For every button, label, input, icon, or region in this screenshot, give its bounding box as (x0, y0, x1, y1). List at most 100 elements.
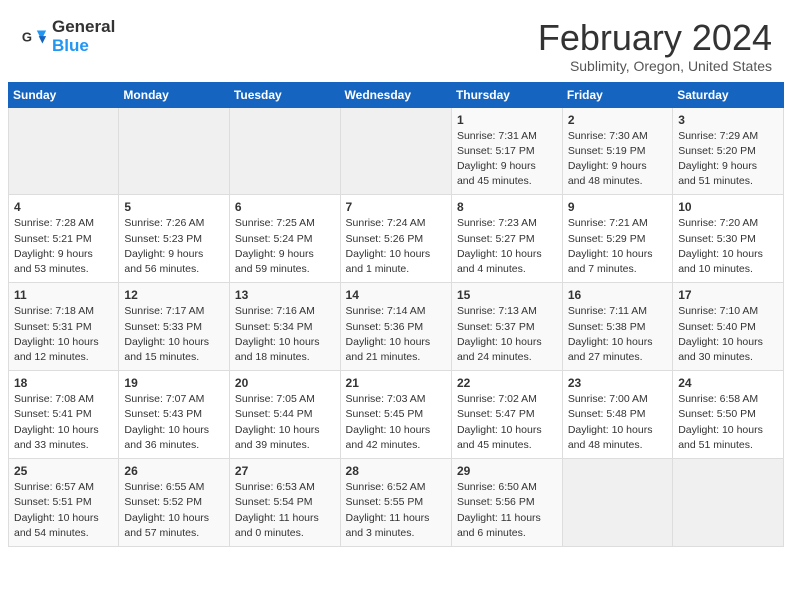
day-number: 11 (14, 288, 113, 302)
logo: G General Blue (20, 18, 115, 55)
day-number: 23 (568, 376, 667, 390)
calendar-cell: 1 Sunrise: 7:31 AMSunset: 5:17 PMDaylight… (451, 107, 562, 195)
calendar-cell: 12Sunrise: 7:17 AMSunset: 5:33 PMDayligh… (119, 283, 230, 371)
calendar-cell: 6 Sunrise: 7:25 AMSunset: 5:24 PMDaylight… (229, 195, 340, 283)
calendar-cell: 28 Sunrise: 6:52 AMSunset: 5:55 PMDayligh… (340, 459, 451, 547)
day-number: 25 (14, 464, 113, 478)
day-number: 8 (457, 200, 557, 214)
day-number: 2 (568, 113, 667, 127)
calendar-cell: 21 Sunrise: 7:03 AMSunset: 5:45 PMDayligh… (340, 371, 451, 459)
day-info: Sunrise: 7:25 AMSunset: 5:24 PMDaylight:… (235, 216, 335, 277)
day-number: 18 (14, 376, 113, 390)
calendar-cell: 24Sunrise: 6:58 AMSunset: 5:50 PMDayligh… (673, 371, 784, 459)
calendar-cell: 2Sunrise: 7:30 AMSunset: 5:19 PMDaylight… (562, 107, 672, 195)
calendar-week-5: 25Sunrise: 6:57 AMSunset: 5:51 PMDayligh… (9, 459, 784, 547)
day-info: Sunrise: 7:03 AMSunset: 5:45 PMDaylight:… (346, 392, 446, 453)
day-info: Sunrise: 6:55 AMSunset: 5:52 PMDaylight:… (124, 480, 224, 541)
day-info: Sunrise: 7:08 AMSunset: 5:41 PMDaylight:… (14, 392, 113, 453)
calendar-cell: 26Sunrise: 6:55 AMSunset: 5:52 PMDayligh… (119, 459, 230, 547)
day-info: Sunrise: 6:53 AMSunset: 5:54 PMDaylight:… (235, 480, 335, 541)
logo-general: General (52, 18, 115, 37)
calendar-cell: 10 Sunrise: 7:20 AMSunset: 5:30 PMDayligh… (673, 195, 784, 283)
calendar-cell: 23 Sunrise: 7:00 AMSunset: 5:48 PMDayligh… (562, 371, 672, 459)
calendar-cell: 29 Sunrise: 6:50 AMSunset: 5:56 PMDayligh… (451, 459, 562, 547)
day-number: 10 (678, 200, 778, 214)
page-header: G General Blue February 2024 Sublimity, … (0, 0, 792, 82)
day-info: Sunrise: 7:16 AMSunset: 5:34 PMDaylight:… (235, 304, 335, 365)
calendar-cell: 14 Sunrise: 7:14 AMSunset: 5:36 PMDayligh… (340, 283, 451, 371)
day-info: Sunrise: 7:29 AMSunset: 5:20 PMDaylight:… (678, 129, 778, 190)
day-number: 7 (346, 200, 446, 214)
col-thursday: Thursday (451, 82, 562, 107)
day-info: Sunrise: 7:24 AMSunset: 5:26 PMDaylight:… (346, 216, 446, 277)
col-monday: Monday (119, 82, 230, 107)
day-number: 14 (346, 288, 446, 302)
calendar-cell: 27 Sunrise: 6:53 AMSunset: 5:54 PMDayligh… (229, 459, 340, 547)
calendar-cell: 11Sunrise: 7:18 AMSunset: 5:31 PMDayligh… (9, 283, 119, 371)
day-number: 21 (346, 376, 446, 390)
calendar-cell (340, 107, 451, 195)
day-info: Sunrise: 7:31 AMSunset: 5:17 PMDaylight:… (457, 129, 557, 190)
calendar-cell: 22Sunrise: 7:02 AMSunset: 5:47 PMDayligh… (451, 371, 562, 459)
col-tuesday: Tuesday (229, 82, 340, 107)
day-info: Sunrise: 7:02 AMSunset: 5:47 PMDaylight:… (457, 392, 557, 453)
calendar-cell (229, 107, 340, 195)
day-number: 16 (568, 288, 667, 302)
day-number: 20 (235, 376, 335, 390)
calendar-cell (119, 107, 230, 195)
day-info: Sunrise: 7:11 AMSunset: 5:38 PMDaylight:… (568, 304, 667, 365)
calendar-table: Sunday Monday Tuesday Wednesday Thursday… (8, 82, 784, 547)
header-row: Sunday Monday Tuesday Wednesday Thursday… (9, 82, 784, 107)
day-number: 29 (457, 464, 557, 478)
calendar-week-4: 18 Sunrise: 7:08 AMSunset: 5:41 PMDayligh… (9, 371, 784, 459)
calendar-cell: 5 Sunrise: 7:26 AMSunset: 5:23 PMDaylight… (119, 195, 230, 283)
calendar-cell: 19 Sunrise: 7:07 AMSunset: 5:43 PMDayligh… (119, 371, 230, 459)
logo-icon: G (20, 23, 48, 51)
day-number: 12 (124, 288, 224, 302)
day-info: Sunrise: 7:00 AMSunset: 5:48 PMDaylight:… (568, 392, 667, 453)
day-number: 1 (457, 113, 557, 127)
calendar-cell: 3 Sunrise: 7:29 AMSunset: 5:20 PMDaylight… (673, 107, 784, 195)
day-info: Sunrise: 7:05 AMSunset: 5:44 PMDaylight:… (235, 392, 335, 453)
calendar-container: Sunday Monday Tuesday Wednesday Thursday… (0, 82, 792, 555)
day-info: Sunrise: 7:23 AMSunset: 5:27 PMDaylight:… (457, 216, 557, 277)
day-number: 4 (14, 200, 113, 214)
calendar-body: 1 Sunrise: 7:31 AMSunset: 5:17 PMDaylight… (9, 107, 784, 546)
day-number: 27 (235, 464, 335, 478)
calendar-cell: 9Sunrise: 7:21 AMSunset: 5:29 PMDaylight… (562, 195, 672, 283)
logo-text: General Blue (52, 18, 115, 55)
calendar-cell: 25Sunrise: 6:57 AMSunset: 5:51 PMDayligh… (9, 459, 119, 547)
calendar-cell: 18 Sunrise: 7:08 AMSunset: 5:41 PMDayligh… (9, 371, 119, 459)
day-number: 19 (124, 376, 224, 390)
day-number: 9 (568, 200, 667, 214)
day-number: 17 (678, 288, 778, 302)
calendar-cell (562, 459, 672, 547)
calendar-cell: 17 Sunrise: 7:10 AMSunset: 5:40 PMDayligh… (673, 283, 784, 371)
day-info: Sunrise: 7:07 AMSunset: 5:43 PMDaylight:… (124, 392, 224, 453)
calendar-title: February 2024 (538, 18, 772, 58)
calendar-week-3: 11Sunrise: 7:18 AMSunset: 5:31 PMDayligh… (9, 283, 784, 371)
calendar-cell: 15 Sunrise: 7:13 AMSunset: 5:37 PMDayligh… (451, 283, 562, 371)
calendar-cell: 20 Sunrise: 7:05 AMSunset: 5:44 PMDayligh… (229, 371, 340, 459)
day-number: 15 (457, 288, 557, 302)
day-number: 5 (124, 200, 224, 214)
day-info: Sunrise: 7:26 AMSunset: 5:23 PMDaylight:… (124, 216, 224, 277)
day-info: Sunrise: 7:10 AMSunset: 5:40 PMDaylight:… (678, 304, 778, 365)
day-number: 28 (346, 464, 446, 478)
calendar-subtitle: Sublimity, Oregon, United States (538, 58, 772, 74)
day-info: Sunrise: 7:13 AMSunset: 5:37 PMDaylight:… (457, 304, 557, 365)
calendar-week-2: 4Sunrise: 7:28 AMSunset: 5:21 PMDaylight… (9, 195, 784, 283)
title-block: February 2024 Sublimity, Oregon, United … (538, 18, 772, 74)
col-saturday: Saturday (673, 82, 784, 107)
calendar-cell: 4Sunrise: 7:28 AMSunset: 5:21 PMDaylight… (9, 195, 119, 283)
day-info: Sunrise: 7:20 AMSunset: 5:30 PMDaylight:… (678, 216, 778, 277)
calendar-cell (9, 107, 119, 195)
col-friday: Friday (562, 82, 672, 107)
day-number: 6 (235, 200, 335, 214)
day-info: Sunrise: 6:52 AMSunset: 5:55 PMDaylight:… (346, 480, 446, 541)
calendar-cell: 7 Sunrise: 7:24 AMSunset: 5:26 PMDaylight… (340, 195, 451, 283)
calendar-cell: 13Sunrise: 7:16 AMSunset: 5:34 PMDayligh… (229, 283, 340, 371)
day-number: 3 (678, 113, 778, 127)
day-info: Sunrise: 6:50 AMSunset: 5:56 PMDaylight:… (457, 480, 557, 541)
day-info: Sunrise: 7:14 AMSunset: 5:36 PMDaylight:… (346, 304, 446, 365)
